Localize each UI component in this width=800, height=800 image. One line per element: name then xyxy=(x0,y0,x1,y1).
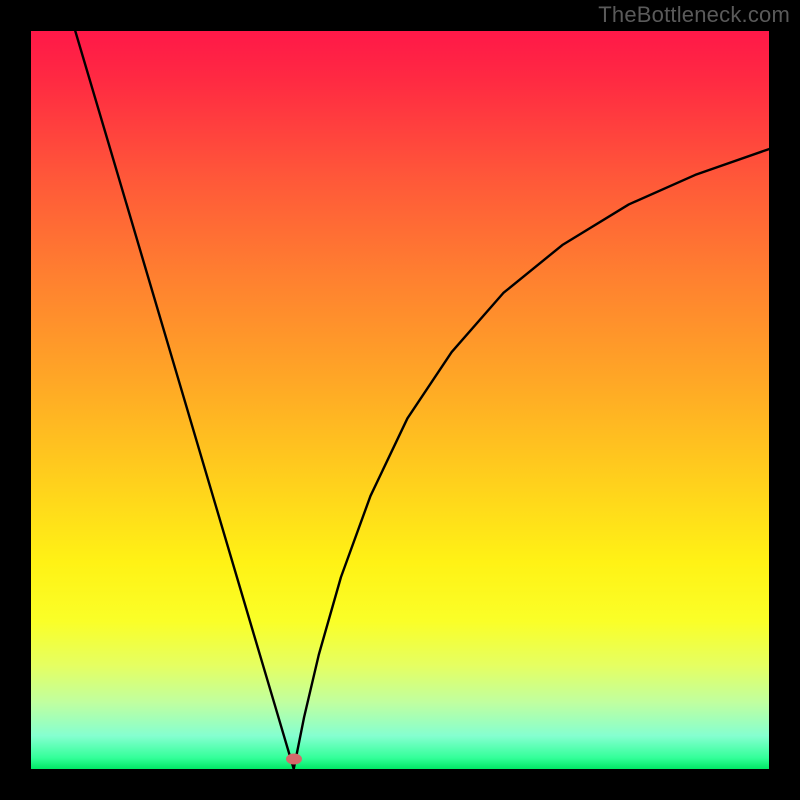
chart-frame: TheBottleneck.com xyxy=(0,0,800,800)
bottleneck-chart-svg xyxy=(31,31,769,769)
plot-area xyxy=(31,31,769,769)
vertex-marker xyxy=(286,754,302,765)
watermark-text: TheBottleneck.com xyxy=(598,2,790,28)
gradient-background xyxy=(31,31,769,769)
